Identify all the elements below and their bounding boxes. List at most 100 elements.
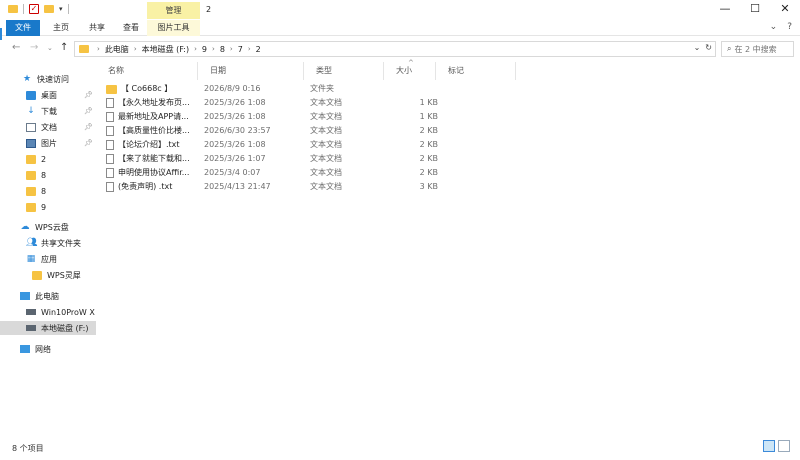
- toolbar-divider: [23, 4, 24, 14]
- chevron-right-icon[interactable]: ›: [192, 45, 199, 53]
- file-name-cell[interactable]: 【永久地址发布页...: [106, 96, 198, 110]
- maximize-button[interactable]: ☐: [740, 0, 770, 20]
- sidebar-item-folder-8b[interactable]: 8: [0, 184, 96, 198]
- table-row[interactable]: 【 Co668c 】 2026/8/9 0:16 文件夹: [102, 82, 512, 96]
- view-switcher: [763, 440, 790, 452]
- breadcrumb-9[interactable]: 9: [199, 45, 210, 54]
- file-name-cell[interactable]: 【来了就能下载和...: [106, 152, 198, 166]
- address-bar[interactable]: › 此电脑 › 本地磁盘 (F:) › 9 › 8 › 7 › 2 ⌄ ↻: [74, 41, 716, 57]
- pin-icon[interactable]: 📌︎: [84, 107, 93, 115]
- breadcrumb-8[interactable]: 8: [217, 45, 228, 54]
- file-type: 文本文档: [310, 182, 342, 191]
- folder-icon: [106, 84, 117, 94]
- text-file-icon: [106, 140, 114, 150]
- download-icon: ↓: [27, 106, 35, 116]
- breadcrumb-drive-f[interactable]: 本地磁盘 (F:): [139, 44, 192, 55]
- table-row[interactable]: 【来了就能下载和... 2025/3/26 1:07 文本文档 2 KB: [102, 152, 512, 166]
- column-header-type[interactable]: 类型: [304, 62, 384, 80]
- back-arrow-icon[interactable]: ←: [12, 42, 20, 53]
- file-name-cell[interactable]: 【 Co668c 】: [106, 82, 198, 96]
- sidebar-item-shared-folder[interactable]: 👥︎ 共享文件夹: [0, 236, 96, 250]
- sidebar-item-folder-2[interactable]: 2: [0, 152, 96, 166]
- sidebar-item-wps-cloud[interactable]: ☁ WPS云盘: [0, 220, 96, 234]
- tab-home[interactable]: 主页: [44, 20, 78, 36]
- sidebar-item-folder-9[interactable]: 9: [0, 200, 96, 214]
- title-bar: ✓ ▾ 管理 2 — ☐ ✕: [0, 0, 800, 20]
- chevron-right-icon[interactable]: ›: [95, 45, 102, 53]
- sidebar-item-this-pc[interactable]: 此电脑: [0, 289, 96, 303]
- up-arrow-icon[interactable]: ↑: [60, 42, 68, 53]
- file-name-cell[interactable]: 申明使用协议Affir...: [106, 166, 198, 180]
- large-icons-view-icon[interactable]: [778, 440, 790, 452]
- folder-icon[interactable]: [8, 5, 18, 13]
- forward-arrow-icon[interactable]: →: [30, 42, 38, 53]
- file-name-cell[interactable]: 【论坛介绍】.txt: [106, 138, 198, 152]
- expand-ribbon-icon[interactable]: ⌄: [770, 22, 778, 32]
- table-row[interactable]: 【高质量性价比楼... 2026/6/30 23:57 文本文档 2 KB: [102, 124, 512, 138]
- sidebar-item-folder-8[interactable]: 8: [0, 168, 96, 182]
- file-size: 2 KB: [419, 126, 438, 135]
- file-type: 文本文档: [310, 126, 342, 135]
- sidebar-item-quick-access[interactable]: ★ 快速访问: [0, 72, 96, 86]
- sidebar-item-win10-drive[interactable]: Win10ProW X: [0, 305, 96, 319]
- table-row[interactable]: 【论坛介绍】.txt 2025/3/26 1:08 文本文档 2 KB: [102, 138, 512, 152]
- help-icon[interactable]: ?: [787, 22, 792, 32]
- properties-icon[interactable]: ✓: [29, 4, 39, 14]
- tab-file[interactable]: 文件: [6, 20, 40, 36]
- chevron-right-icon[interactable]: ›: [210, 45, 217, 53]
- address-dropdown-icon[interactable]: ⌄: [694, 43, 701, 52]
- pin-icon[interactable]: 📌︎: [84, 91, 93, 99]
- sidebar-item-wps-lingxi[interactable]: WPS灵犀: [0, 268, 96, 282]
- file-type: 文件夹: [310, 84, 334, 93]
- pin-icon[interactable]: 📌︎: [84, 139, 93, 147]
- sidebar-item-label: 网络: [35, 344, 51, 354]
- file-name-cell[interactable]: 最新地址及APP请...: [106, 110, 198, 124]
- search-box[interactable]: ⌕: [721, 41, 794, 57]
- file-name: 【永久地址发布页...: [118, 98, 190, 107]
- sidebar-item-network[interactable]: 网络: [0, 342, 96, 356]
- sidebar-item-documents[interactable]: 文档 📌︎: [0, 120, 96, 134]
- chevron-right-icon[interactable]: ›: [246, 45, 253, 53]
- file-name-cell[interactable]: (免责声明) .txt: [106, 180, 198, 194]
- pin-icon[interactable]: 📌︎: [84, 123, 93, 131]
- text-file-icon: [106, 182, 114, 192]
- table-row[interactable]: 申明使用协议Affir... 2025/3/4 0:07 文本文档 2 KB: [102, 166, 512, 180]
- tab-manage[interactable]: 管理: [147, 2, 200, 19]
- column-header-tags[interactable]: 标记: [436, 62, 516, 80]
- breadcrumb-7[interactable]: 7: [235, 45, 246, 54]
- sidebar-item-local-disk-f[interactable]: 本地磁盘 (F:): [0, 321, 96, 335]
- table-row[interactable]: (免责声明) .txt 2025/4/13 21:47 文本文档 3 KB: [102, 180, 512, 194]
- file-name-cell[interactable]: 【高质量性价比楼...: [106, 124, 198, 138]
- new-folder-icon[interactable]: [44, 5, 54, 13]
- search-input[interactable]: [734, 44, 793, 54]
- sidebar-item-downloads[interactable]: ↓ 下载 📌︎: [0, 104, 96, 118]
- recent-locations-icon[interactable]: ⌄: [47, 44, 53, 52]
- table-row[interactable]: 最新地址及APP请... 2025/3/26 1:08 文本文档 1 KB: [102, 110, 512, 124]
- chevron-right-icon[interactable]: ›: [228, 45, 235, 53]
- close-button[interactable]: ✕: [770, 0, 800, 20]
- document-icon: [26, 122, 36, 132]
- tab-share[interactable]: 共享: [80, 20, 114, 36]
- column-header-date[interactable]: 日期: [198, 62, 304, 80]
- ribbon-right: ⌄ ?: [770, 22, 792, 32]
- tab-picture-tools[interactable]: 图片工具: [147, 20, 200, 36]
- sidebar-item-label: 应用: [41, 254, 57, 264]
- text-file-icon: [106, 154, 114, 164]
- refresh-icon[interactable]: ↻: [705, 43, 712, 52]
- sidebar-item-pictures[interactable]: 图片 📌︎: [0, 136, 96, 150]
- file-size: 3 KB: [419, 182, 438, 191]
- column-header-name[interactable]: 名称: [96, 62, 198, 80]
- tab-view[interactable]: 查看: [116, 20, 146, 36]
- customize-toolbar-icon[interactable]: ▾: [59, 5, 63, 13]
- details-view-icon[interactable]: [763, 440, 775, 452]
- sidebar-item-apps[interactable]: ▦ 应用: [0, 252, 96, 266]
- chevron-right-icon[interactable]: ›: [132, 45, 139, 53]
- file-size: 2 KB: [419, 154, 438, 163]
- file-name: 【 Co668c 】: [121, 84, 173, 93]
- breadcrumb-2[interactable]: 2: [253, 45, 264, 54]
- sidebar-item-desktop[interactable]: 桌面 📌︎: [0, 88, 96, 102]
- minimize-button[interactable]: —: [710, 0, 740, 20]
- table-row[interactable]: 【永久地址发布页... 2025/3/26 1:08 文本文档 1 KB: [102, 96, 512, 110]
- toolbar-divider: [67, 4, 69, 14]
- breadcrumb-this-pc[interactable]: 此电脑: [102, 44, 132, 55]
